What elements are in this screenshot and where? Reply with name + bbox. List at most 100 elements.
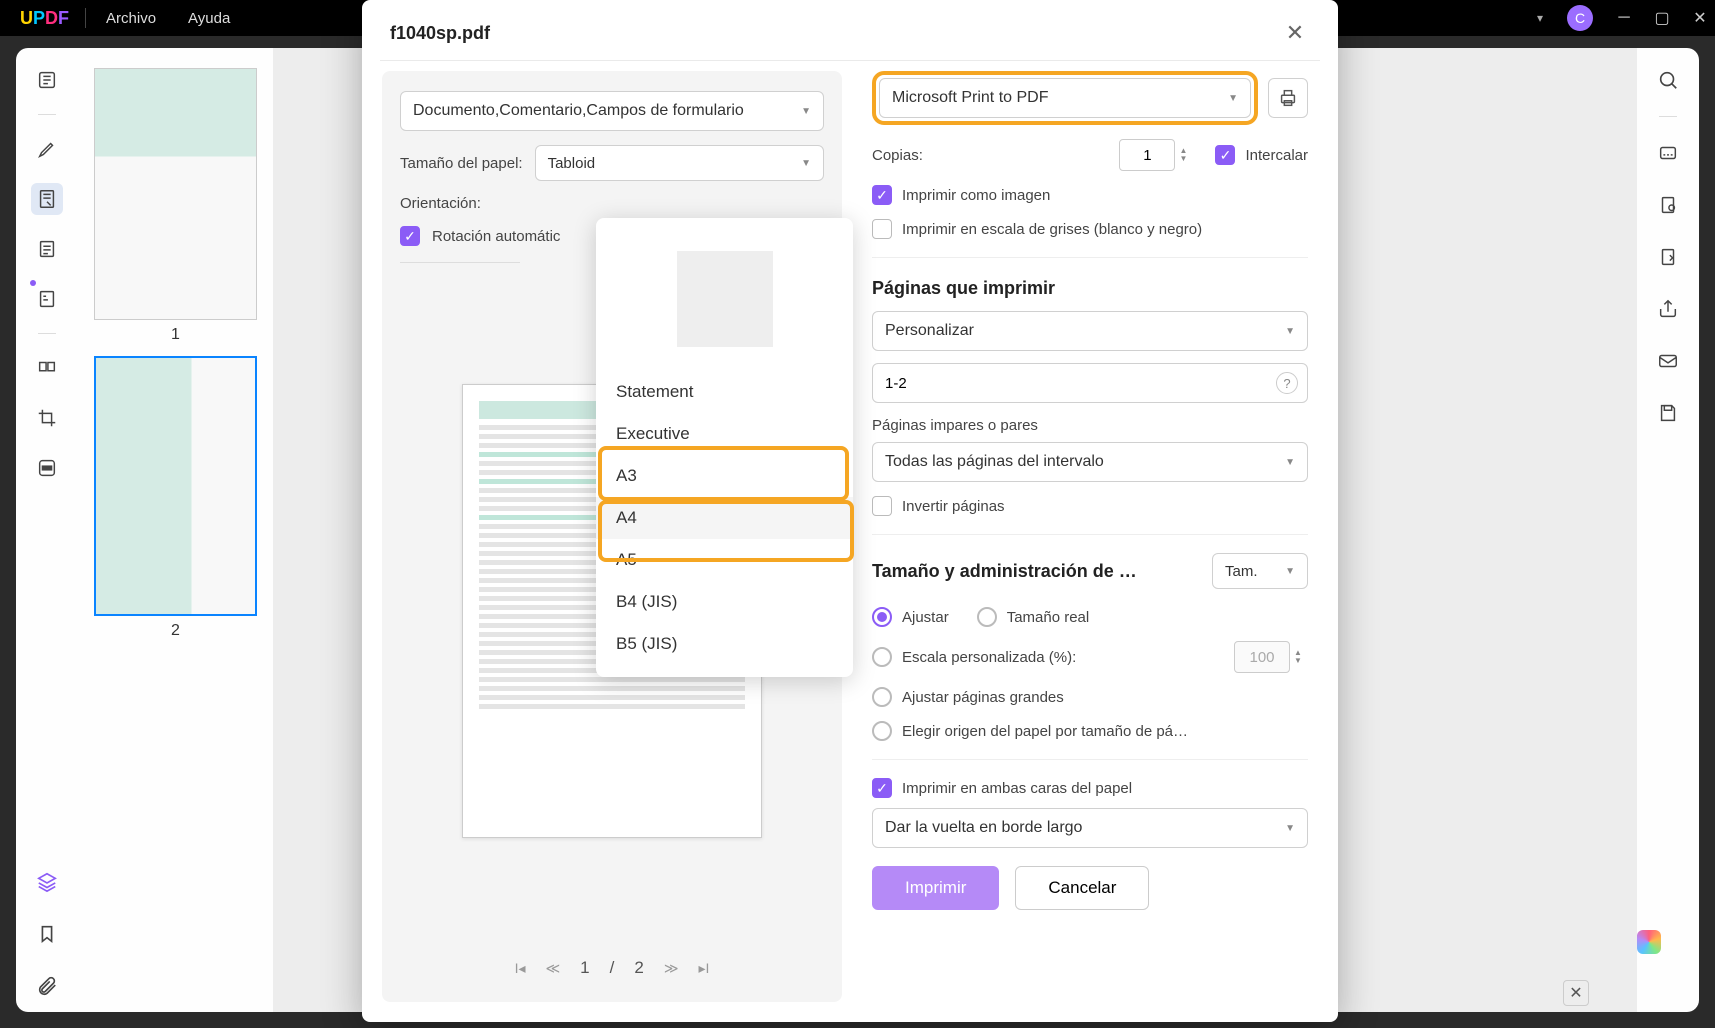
- chevron-down-icon: ▼: [801, 106, 811, 117]
- ocr-icon[interactable]: [1652, 137, 1684, 169]
- page-number-label: 2: [94, 622, 257, 640]
- fit-radio[interactable]: [872, 607, 892, 627]
- page-range-mode-select[interactable]: Personalizar▼: [872, 311, 1308, 351]
- paper-option-b4[interactable]: B4 (JIS): [596, 581, 853, 623]
- last-page-icon[interactable]: ▸I: [698, 960, 709, 977]
- close-tab-icon[interactable]: ✕: [1563, 980, 1589, 1006]
- dialog-title: f1040sp.pdf: [390, 23, 490, 44]
- paper-size-label: Tamaño del papel:: [400, 155, 523, 172]
- paper-option-executive[interactable]: Executive: [596, 413, 853, 455]
- grayscale-checkbox[interactable]: [872, 219, 892, 239]
- size-section-title: Tamaño y administración de …: [872, 561, 1137, 582]
- organize-icon[interactable]: [31, 352, 63, 384]
- thumbnail-page-1[interactable]: [94, 68, 257, 320]
- close-icon[interactable]: ✕: [1693, 11, 1707, 25]
- print-button[interactable]: Imprimir: [872, 866, 999, 910]
- reverse-pages-checkbox[interactable]: [872, 496, 892, 516]
- copies-input[interactable]: [1119, 139, 1175, 171]
- auto-rotate-checkbox[interactable]: ✓: [400, 226, 420, 246]
- bottom-left-toolbar: [16, 866, 78, 1002]
- page-icon[interactable]: [31, 233, 63, 265]
- help-icon[interactable]: ?: [1276, 372, 1298, 394]
- preview-pager: I◂ ≪ 1 / 2 ≫ ▸I: [400, 940, 824, 982]
- reverse-pages-label: Invertir páginas: [902, 498, 1005, 515]
- thumbnail-page-2[interactable]: [94, 356, 257, 616]
- minimize-icon[interactable]: ─: [1617, 11, 1631, 25]
- share-icon[interactable]: [1652, 293, 1684, 325]
- flip-select[interactable]: Dar la vuelta en borde largo▼: [872, 808, 1308, 848]
- odd-even-select[interactable]: Todas las páginas del intervalo▼: [872, 442, 1308, 482]
- duplex-label: Imprimir en ambas caras del papel: [902, 780, 1132, 797]
- right-toolbar: [1637, 48, 1699, 1012]
- dialog-close-icon[interactable]: ✕: [1280, 20, 1310, 46]
- content-type-select[interactable]: Documento,Comentario,Campos de formulari…: [400, 91, 824, 131]
- chevron-down-icon: ▼: [1228, 93, 1238, 104]
- paper-option-a4[interactable]: A4: [596, 497, 853, 539]
- collate-checkbox[interactable]: ✓: [1215, 145, 1235, 165]
- custom-scale-input: [1234, 641, 1290, 673]
- export-icon[interactable]: [1652, 241, 1684, 273]
- layers-icon[interactable]: [31, 866, 63, 898]
- chevron-down-icon: ▼: [1285, 326, 1295, 337]
- highlighter-icon[interactable]: [31, 133, 63, 165]
- actual-size-label: Tamaño real: [1007, 609, 1090, 626]
- choose-source-radio[interactable]: [872, 721, 892, 741]
- paper-option-a3[interactable]: A3: [596, 455, 853, 497]
- cancel-button[interactable]: Cancelar: [1015, 866, 1149, 910]
- fit-large-label: Ajustar páginas grandes: [902, 689, 1064, 706]
- bookmark-icon[interactable]: [31, 918, 63, 950]
- edit-doc-icon[interactable]: [31, 183, 63, 215]
- copies-label: Copias:: [872, 147, 923, 164]
- avatar[interactable]: C: [1567, 5, 1593, 31]
- save-icon[interactable]: [1652, 397, 1684, 429]
- reader-icon[interactable]: [31, 64, 63, 96]
- total-pages: 2: [634, 958, 643, 978]
- pages-section-title: Páginas que imprimir: [872, 278, 1308, 299]
- next-page-icon[interactable]: ≫: [664, 960, 679, 977]
- fit-large-radio[interactable]: [872, 687, 892, 707]
- email-icon[interactable]: [1652, 345, 1684, 377]
- choose-source-label: Elegir origen del papel por tamaño de pá…: [902, 723, 1188, 740]
- chevron-down-icon: ▼: [801, 158, 811, 169]
- indicator-dot: [30, 280, 36, 286]
- form-icon[interactable]: [31, 283, 63, 315]
- custom-scale-radio[interactable]: [872, 647, 892, 667]
- chevron-down-icon: ▼: [1285, 566, 1295, 577]
- grayscale-label: Imprimir en escala de grises (blanco y n…: [902, 221, 1202, 238]
- paper-option-statement[interactable]: Statement: [596, 371, 853, 413]
- decrement-icon[interactable]: ▼: [1179, 155, 1193, 163]
- auto-rotate-label: Rotación automátic: [432, 228, 560, 245]
- size-mode-select[interactable]: Tam.▼: [1212, 553, 1308, 589]
- custom-scale-label: Escala personalizada (%):: [902, 649, 1076, 666]
- printer-properties-icon[interactable]: [1268, 78, 1308, 118]
- attachment-icon[interactable]: [31, 970, 63, 1002]
- duplex-checkbox[interactable]: ✓: [872, 778, 892, 798]
- odd-even-label: Páginas impares o pares: [872, 417, 1308, 434]
- chevron-down-icon[interactable]: ▾: [1537, 11, 1543, 25]
- paper-option-a5[interactable]: A5: [596, 539, 853, 581]
- page-range-input[interactable]: [872, 363, 1308, 403]
- paper-option-b5[interactable]: B5 (JIS): [596, 623, 853, 665]
- page-number-label: 1: [94, 326, 257, 344]
- chevron-down-icon: ▼: [1285, 457, 1295, 468]
- printer-select[interactable]: Microsoft Print to PDF▼: [879, 78, 1251, 118]
- paper-preview-placeholder: [596, 226, 853, 371]
- menu-file[interactable]: Archivo: [90, 10, 172, 27]
- print-as-image-checkbox[interactable]: ✓: [872, 185, 892, 205]
- prev-page-icon[interactable]: ≪: [546, 960, 561, 977]
- redact-icon[interactable]: [31, 452, 63, 484]
- crop-icon[interactable]: [31, 402, 63, 434]
- print-as-image-label: Imprimir como imagen: [902, 187, 1050, 204]
- app-logo: UPDF: [8, 8, 81, 29]
- chevron-down-icon: ▼: [1285, 823, 1295, 834]
- maximize-icon[interactable]: ▢: [1655, 11, 1669, 25]
- collate-label: Intercalar: [1245, 147, 1308, 164]
- menu-help[interactable]: Ayuda: [172, 10, 246, 27]
- color-tool-icon[interactable]: [1637, 930, 1661, 954]
- watermark-icon[interactable]: [1652, 189, 1684, 221]
- first-page-icon[interactable]: I◂: [515, 960, 526, 977]
- orientation-label: Orientación:: [400, 195, 481, 212]
- actual-size-radio[interactable]: [977, 607, 997, 627]
- paper-size-select[interactable]: Tabloid▼: [535, 145, 824, 181]
- search-icon[interactable]: [1652, 64, 1684, 96]
